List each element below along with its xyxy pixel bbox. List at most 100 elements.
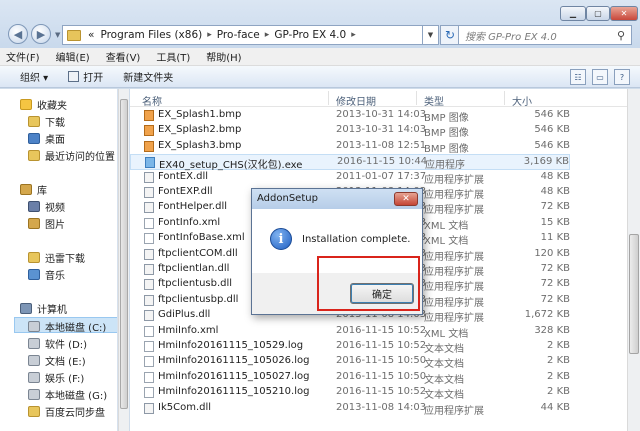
nav-music[interactable]: 音乐 bbox=[28, 267, 65, 282]
file-row[interactable]: Ik5Com.dll 2013-11-08 14:03 应用程序扩展 44 KB bbox=[130, 401, 570, 417]
nav-downloads[interactable]: 下载 bbox=[28, 114, 65, 129]
file-size: 11 KB bbox=[540, 232, 570, 244]
nav-drive-c[interactable]: 本地磁盘 (C:) bbox=[28, 319, 106, 334]
nav-computer[interactable]: 计算机 bbox=[20, 301, 67, 316]
nav-desktop[interactable]: 桌面 bbox=[28, 131, 65, 146]
folder-icon bbox=[67, 29, 81, 41]
file-size: 15 KB bbox=[540, 216, 570, 228]
download-folder-icon bbox=[28, 252, 40, 263]
nav-drive-e[interactable]: 文档 (E:) bbox=[28, 353, 86, 368]
column-type[interactable]: 类型 bbox=[424, 93, 444, 108]
file-size: 2 KB bbox=[547, 370, 570, 382]
address-bar[interactable]: « Program Files (x86) ▸ Pro-face ▸ GP-Pr… bbox=[62, 25, 423, 45]
chevron-right-icon[interactable]: ▸ bbox=[349, 30, 358, 40]
file-date: 2016-11-15 10:50 bbox=[336, 370, 427, 382]
nav-libraries[interactable]: 库 bbox=[20, 182, 47, 197]
dll-file-icon bbox=[144, 202, 154, 214]
address-segment[interactable]: Pro-face bbox=[214, 29, 263, 41]
back-button[interactable]: ◀ bbox=[8, 24, 28, 44]
dll-file-icon bbox=[144, 171, 154, 183]
minimize-button[interactable]: ▁ bbox=[560, 6, 586, 21]
menu-view[interactable]: 查看(V) bbox=[106, 49, 141, 64]
file-name: FontEX.dll bbox=[158, 170, 209, 182]
organize-button[interactable]: 组织 ▾ bbox=[20, 69, 48, 84]
desktop-icon bbox=[28, 133, 40, 144]
nav-xunlei[interactable]: 迅雷下载 bbox=[28, 250, 85, 265]
file-name: FontInfo.xml bbox=[158, 216, 221, 228]
recent-pages-dropdown[interactable]: ▼ bbox=[55, 31, 60, 39]
address-overflow[interactable]: « bbox=[85, 29, 97, 41]
file-name: ftpclientusb.dll bbox=[158, 278, 233, 290]
file-size: 72 KB bbox=[540, 201, 570, 213]
open-button[interactable]: 打开 bbox=[68, 69, 103, 84]
refresh-icon: ↻ bbox=[444, 28, 456, 42]
nav-drive-d[interactable]: 软件 (D:) bbox=[28, 336, 87, 351]
column-size[interactable]: 大小 bbox=[512, 93, 532, 108]
cloud-folder-icon bbox=[28, 406, 40, 417]
file-type: 应用程序扩展 bbox=[424, 174, 484, 186]
search-input[interactable]: 搜索 GP-Pro EX 4.0 ⚲ bbox=[458, 25, 632, 45]
music-icon bbox=[28, 269, 40, 280]
dialog-close-button[interactable]: ✕ bbox=[394, 192, 418, 206]
xml-file-icon bbox=[144, 371, 154, 383]
nav-drive-f[interactable]: 娱乐 (F:) bbox=[28, 370, 84, 385]
file-row[interactable]: HmiInfo.xml 2016-11-15 10:52 XML 文档 328 KB bbox=[130, 324, 570, 340]
nav-scroll-thumb[interactable] bbox=[120, 99, 128, 409]
search-icon: ⚲ bbox=[616, 28, 625, 42]
file-size: 120 KB bbox=[534, 247, 570, 259]
file-name: HmiInfo20161115_105027.log bbox=[158, 370, 310, 382]
new-folder-button[interactable]: 新建文件夹 bbox=[123, 69, 173, 84]
file-size: 48 KB bbox=[540, 186, 570, 197]
file-size: 328 KB bbox=[534, 324, 570, 336]
address-dropdown[interactable]: ▼ bbox=[423, 25, 439, 45]
file-row[interactable]: EX_Splash2.bmp 2013-10-31 14:03 BMP 图像 546 … bbox=[130, 123, 570, 139]
file-date: 2011-01-07 17:37 bbox=[336, 170, 427, 182]
menu-tools[interactable]: 工具(T) bbox=[156, 49, 190, 64]
nav-recent[interactable]: 最近访问的位置 bbox=[28, 148, 115, 163]
file-type: 文本文档 bbox=[424, 359, 464, 371]
file-row[interactable]: HmiInfo20161115_105210.log 2016-11-15 10:… bbox=[130, 385, 570, 401]
column-name[interactable]: 名称 bbox=[142, 93, 162, 108]
file-row[interactable]: EX40_setup_CHS(汉化包).exe 2016-11-15 10:44 应… bbox=[130, 154, 570, 171]
address-segment[interactable]: GP-Pro EX 4.0 bbox=[271, 29, 349, 41]
chevron-right-icon[interactable]: ▸ bbox=[205, 30, 214, 40]
file-row[interactable]: EX_Splash1.bmp 2013-10-31 14:03 BMP 图像 546 … bbox=[130, 108, 570, 124]
preview-pane-icon[interactable]: ▭ bbox=[592, 69, 608, 85]
file-row[interactable]: HmiInfo20161115_105026.log 2016-11-15 10:… bbox=[130, 354, 570, 371]
menu-help[interactable]: 帮助(H) bbox=[206, 49, 241, 64]
column-date[interactable]: 修改日期 bbox=[336, 93, 376, 108]
close-window-button[interactable]: ✕ bbox=[610, 6, 638, 21]
nav-drive-g[interactable]: 本地磁盘 (G:) bbox=[28, 387, 107, 402]
file-date: 2013-11-08 14:03 bbox=[336, 401, 427, 413]
downloads-icon bbox=[28, 116, 40, 127]
file-list-scrollbar[interactable] bbox=[627, 89, 640, 431]
file-size: 72 KB bbox=[540, 293, 570, 305]
file-list-scroll-thumb[interactable] bbox=[629, 234, 639, 354]
file-row[interactable]: HmiInfo20161115_10529.log 2016-11-15 10:5… bbox=[130, 339, 570, 355]
file-name: HmiInfo20161115_10529.log bbox=[158, 340, 304, 351]
menu-file[interactable]: 文件(F) bbox=[6, 49, 40, 64]
maximize-button[interactable]: ▢ bbox=[586, 6, 610, 21]
view-options-icon[interactable]: ☷ bbox=[570, 69, 586, 85]
chevron-right-icon[interactable]: ▸ bbox=[263, 30, 272, 40]
forward-button[interactable]: ▶ bbox=[31, 24, 51, 44]
nav-pictures[interactable]: 图片 bbox=[28, 216, 65, 231]
address-segment[interactable]: Program Files (x86) bbox=[97, 29, 205, 41]
file-row[interactable]: FontEX.dll 2011-01-07 17:37 应用程序扩展 48 KB bbox=[130, 170, 570, 186]
file-date: 2013-10-31 14:03 bbox=[336, 124, 427, 136]
drive-icon bbox=[28, 321, 40, 332]
nav-scrollbar[interactable] bbox=[118, 89, 129, 431]
file-size: 3,169 KB bbox=[523, 156, 569, 168]
xml-file-icon bbox=[144, 325, 154, 337]
nav-favorites[interactable]: 收藏夹 bbox=[20, 97, 67, 112]
refresh-button[interactable]: ↻ bbox=[440, 25, 460, 45]
file-name: FontInfoBase.xml bbox=[158, 232, 245, 244]
help-icon[interactable]: ? bbox=[614, 69, 630, 85]
file-name: EX_Splash1.bmp bbox=[158, 109, 242, 120]
nav-baidu-sync[interactable]: 百度云同步盘 bbox=[28, 404, 105, 419]
file-row[interactable]: EX_Splash3.bmp 2013-11-08 12:51 BMP 图像 546 … bbox=[130, 139, 570, 155]
menu-edit[interactable]: 编辑(E) bbox=[56, 49, 90, 64]
dialog-message: Installation complete. bbox=[302, 234, 411, 245]
file-row[interactable]: HmiInfo20161115_105027.log 2016-11-15 10:… bbox=[130, 370, 570, 386]
nav-videos[interactable]: 视频 bbox=[28, 199, 65, 214]
